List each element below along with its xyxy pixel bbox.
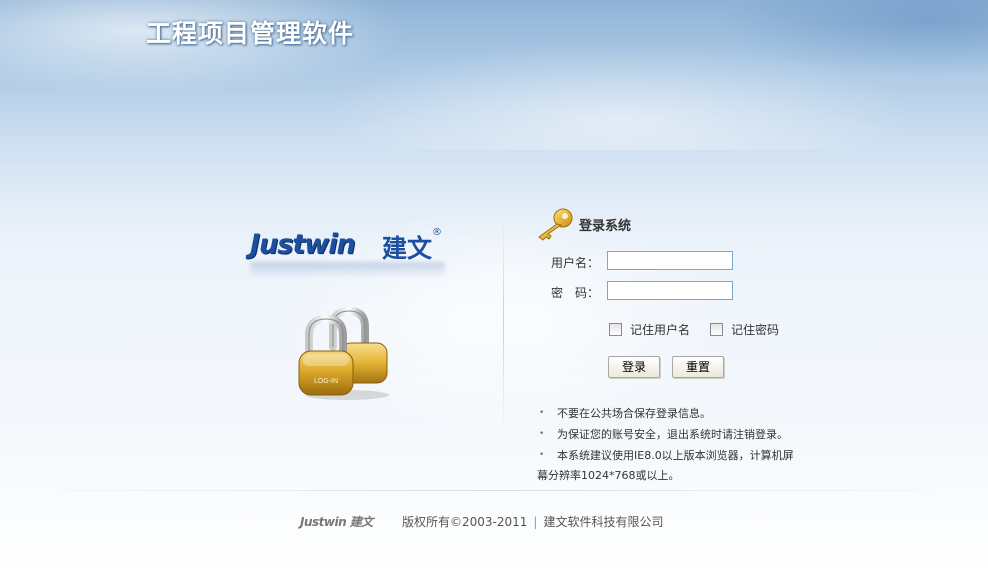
password-label: 密 码： — [551, 286, 600, 300]
remember-username-checkbox[interactable] — [609, 323, 622, 336]
tip-text: 本系统建议使用IE8.0以上版本浏览器，计算机屏 — [557, 449, 794, 462]
login-tips: • 不要在公共场合保存登录信息。 • 为保证您的账号安全，退出系统时请注销登录。… — [537, 403, 827, 485]
footer-divider — [0, 490, 988, 491]
bullet-icon: • — [539, 429, 545, 439]
app-title: 工程项目管理软件 — [146, 19, 355, 48]
svg-text:LOG-IN: LOG-IN — [314, 378, 338, 385]
username-input[interactable] — [607, 251, 733, 270]
footer-copyright: 版权所有©2003-2011 | 建文软件科技有限公司 — [402, 513, 663, 530]
bullet-icon: • — [539, 450, 545, 460]
remember-username-label[interactable]: 记住用户名 — [630, 321, 690, 338]
username-label: 用户名： — [551, 256, 600, 270]
login-heading: 登录系统 — [579, 219, 632, 234]
reset-button[interactable]: 重置 — [672, 356, 724, 378]
logo-reflection — [250, 262, 445, 278]
remember-password-label[interactable]: 记住密码 — [731, 321, 779, 338]
registered-mark: ® — [432, 227, 442, 238]
padlock-icon: LOG-IN — [295, 305, 395, 405]
footer-logo: Justwin 建文 — [300, 515, 373, 529]
tip-item: • 本系统建议使用IE8.0以上版本浏览器，计算机屏 — [537, 445, 827, 466]
remember-password-checkbox[interactable] — [710, 323, 723, 336]
bullet-icon: • — [539, 408, 545, 418]
login-header: 登录系统 — [535, 205, 675, 241]
logo-brand-text: Justwin — [250, 229, 356, 260]
tip-item: • 不要在公共场合保存登录信息。 — [537, 403, 827, 424]
tip-text: 为保证您的账号安全，退出系统时请注销登录。 — [557, 428, 788, 441]
vertical-divider — [503, 210, 504, 430]
login-button[interactable]: 登录 — [608, 356, 660, 378]
logo-brand-cn-text: 建文 — [382, 234, 433, 263]
copyright-text: 版权所有©2003-2011 — [402, 515, 528, 529]
footer-separator: | — [533, 515, 538, 529]
justwin-logo: Justwin 建文 ® — [250, 227, 450, 289]
company-name: 建文软件科技有限公司 — [543, 515, 664, 529]
tip-text-continued: 幕分辨率1024*768或以上。 — [537, 469, 680, 482]
tip-item: • 为保证您的账号安全，退出系统时请注销登录。 — [537, 424, 827, 445]
tip-text: 不要在公共场合保存登录信息。 — [557, 407, 711, 420]
password-input[interactable] — [607, 281, 733, 300]
key-icon — [535, 207, 575, 241]
